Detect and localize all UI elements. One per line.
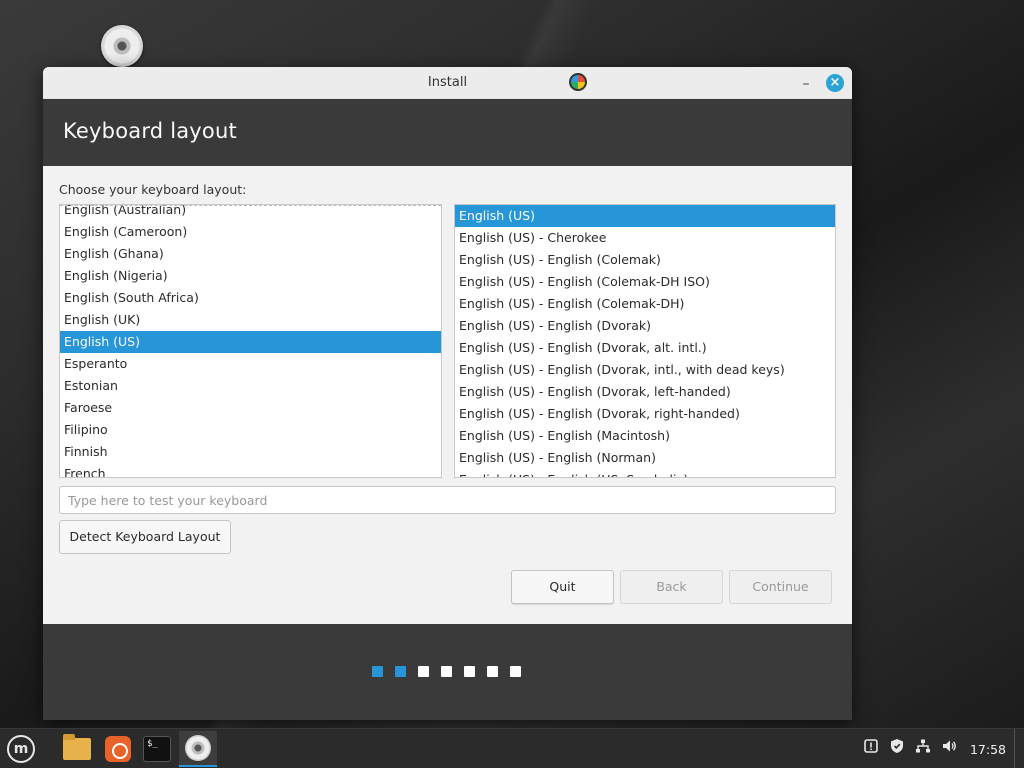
installer-app-icon	[569, 73, 587, 91]
list-item[interactable]: English (US)	[455, 205, 835, 227]
list-item[interactable]: English (Cameroon)	[60, 221, 441, 243]
list-item[interactable]: English (Australian)	[60, 205, 441, 221]
quit-button[interactable]: Quit	[511, 570, 614, 604]
main-content: Choose your keyboard layout: English (Au…	[43, 166, 852, 624]
list-scroll-edge	[60, 205, 441, 206]
progress-step-dot	[372, 666, 383, 677]
show-desktop-button[interactable]	[1014, 729, 1024, 768]
volume-icon[interactable]	[938, 738, 960, 760]
list-item[interactable]: English (US) - English (Colemak-DH ISO)	[455, 271, 835, 293]
progress-footer	[43, 624, 852, 720]
progress-step-dot	[510, 666, 521, 677]
list-item[interactable]: English (US) - English (Colemak-DH)	[455, 293, 835, 315]
window-title: Install	[427, 75, 468, 90]
menu-button[interactable]: m	[2, 731, 40, 767]
keyboard-test-input[interactable]	[59, 486, 836, 514]
list-item[interactable]: English (US) - Cherokee	[455, 227, 835, 249]
keyboard-layout-items: English (Australian) English (Cameroon) En…	[60, 205, 441, 477]
layout-prompt-label: Choose your keyboard layout:	[59, 182, 247, 197]
shield-icon[interactable]	[886, 738, 908, 760]
list-item[interactable]: English (US) - English (Dvorak, alt. int…	[455, 337, 835, 359]
update-manager-icon[interactable]	[860, 738, 882, 760]
list-item[interactable]: English (US) - English (Dvorak, left-han…	[455, 381, 835, 403]
list-item[interactable]: English (US) - English (Colemak)	[455, 249, 835, 271]
network-icon[interactable]	[912, 738, 934, 760]
keyboard-layout-list[interactable]: English (Australian) English (Cameroon) En…	[59, 204, 442, 478]
terminal-icon: $_	[143, 736, 171, 762]
list-item[interactable]: Estonian	[60, 375, 441, 397]
list-item[interactable]: English (US) - English (Macintosh)	[455, 425, 835, 447]
progress-step-dot	[441, 666, 452, 677]
progress-step-dot	[395, 666, 406, 677]
detect-keyboard-layout-button[interactable]: Detect Keyboard Layout	[59, 520, 231, 554]
list-item[interactable]: Finnish	[60, 441, 441, 463]
progress-steps	[372, 666, 521, 677]
folder-icon	[63, 734, 91, 760]
list-item[interactable]: English (Ghana)	[60, 243, 441, 265]
list-item[interactable]: Faroese	[60, 397, 441, 419]
list-item[interactable]: English (US) - English (Dvorak, intl., w…	[455, 359, 835, 381]
installer-taskbar-button[interactable]	[179, 731, 217, 767]
list-item[interactable]: English (US) - English (Dvorak)	[455, 315, 835, 337]
system-tray: 17:58	[860, 729, 1024, 768]
progress-step-dot	[418, 666, 429, 677]
page-title: Keyboard layout	[63, 119, 237, 143]
list-item[interactable]: Esperanto	[60, 353, 441, 375]
list-item[interactable]: English (US) - English (Dvorak, right-ha…	[455, 403, 835, 425]
installer-window: Install – × Keyboard layout Choose your …	[43, 67, 852, 720]
install-disc-icon	[185, 735, 211, 761]
progress-step-dot	[464, 666, 475, 677]
terminal-launcher[interactable]: $_	[138, 731, 176, 767]
list-item[interactable]: English (South Africa)	[60, 287, 441, 309]
taskbar: m $_ 17:58	[0, 728, 1024, 768]
firefox-launcher[interactable]	[99, 731, 137, 767]
files-launcher[interactable]	[58, 731, 96, 767]
back-button[interactable]: Back	[620, 570, 723, 604]
install-disc-desktop-icon[interactable]	[101, 25, 143, 67]
progress-step-dot	[487, 666, 498, 677]
page-header: Keyboard layout	[43, 99, 852, 166]
window-titlebar[interactable]: Install – ×	[43, 67, 852, 99]
clock[interactable]: 17:58	[970, 742, 1006, 757]
list-item[interactable]: English (UK)	[60, 309, 441, 331]
list-item[interactable]: English (US) - English (Norman)	[455, 447, 835, 469]
list-item[interactable]: English (Nigeria)	[60, 265, 441, 287]
linux-mint-logo-icon: m	[7, 735, 35, 763]
firefox-icon	[105, 736, 131, 762]
continue-button[interactable]: Continue	[729, 570, 832, 604]
close-button[interactable]: ×	[826, 74, 844, 92]
list-item[interactable]: Filipino	[60, 419, 441, 441]
list-item[interactable]: English (US) - English (US, Symbolic)	[455, 469, 835, 477]
list-item[interactable]: French	[60, 463, 441, 477]
keyboard-variant-items: English (US) English (US) - Cherokee Engli…	[455, 205, 835, 477]
keyboard-variant-list[interactable]: English (US) English (US) - Cherokee Engli…	[454, 204, 836, 478]
minimize-button[interactable]: –	[798, 73, 814, 93]
list-item[interactable]: English (US)	[60, 331, 441, 353]
